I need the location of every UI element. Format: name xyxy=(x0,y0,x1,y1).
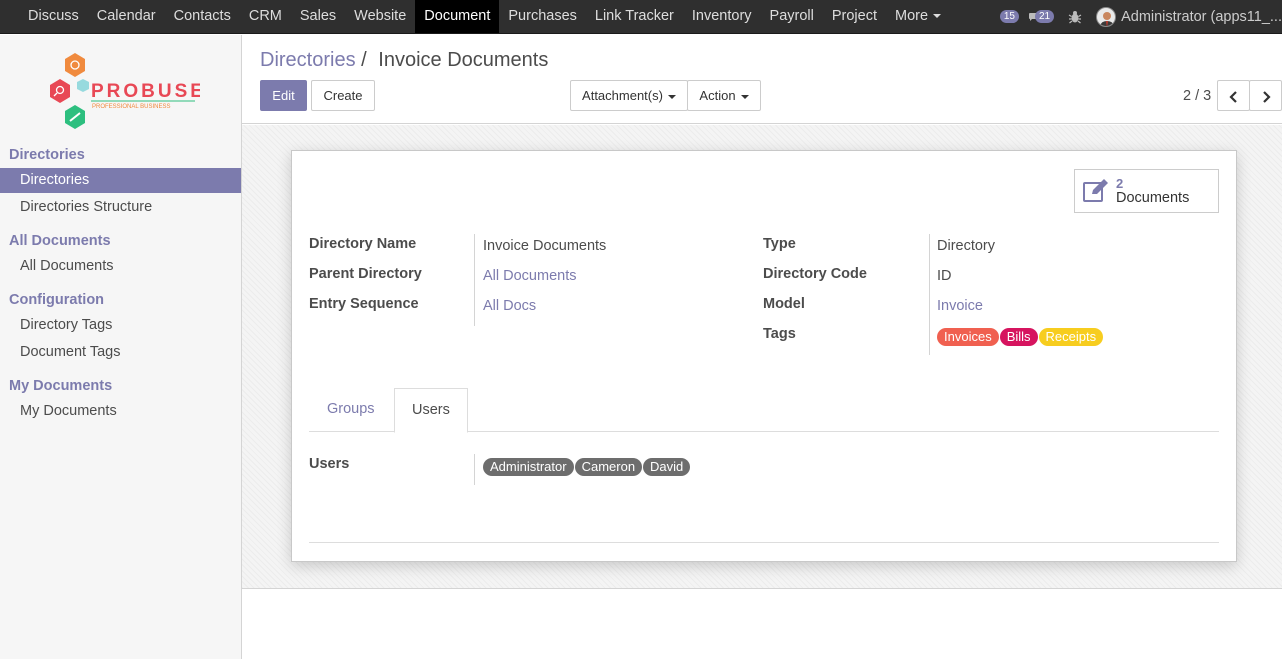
menu-sales[interactable]: Sales xyxy=(291,0,345,33)
chevron-right-icon xyxy=(1262,90,1271,103)
user-menu[interactable]: Administrator (apps11_... xyxy=(1096,6,1282,27)
user-tag-david[interactable]: David xyxy=(643,458,691,476)
bug-icon xyxy=(1068,10,1082,23)
menu-inventory[interactable]: Inventory xyxy=(683,0,761,33)
logo-name: PROBUSE xyxy=(91,81,200,102)
users-label: Users xyxy=(309,456,350,472)
directory-name-value: Invoice Documents xyxy=(483,238,607,254)
field-divider xyxy=(474,454,475,485)
form-sheet: 2 Documents Directory Name Parent Direct… xyxy=(291,150,1237,562)
field-divider xyxy=(929,234,930,355)
menu-project[interactable]: Project xyxy=(823,0,886,33)
pager-previous-button[interactable] xyxy=(1217,80,1250,111)
attachments-label: Attachment(s) xyxy=(582,88,663,103)
parent-directory-link[interactable]: All Documents xyxy=(483,268,576,284)
form-view: 2 Documents Directory Name Parent Direct… xyxy=(242,125,1282,589)
section-directories[interactable]: Directories xyxy=(9,147,85,163)
field-divider xyxy=(474,234,475,326)
documents-count: 2 xyxy=(1116,176,1124,191)
debug-icon[interactable] xyxy=(1068,10,1082,24)
menu-payroll[interactable]: Payroll xyxy=(761,0,823,33)
type-value: Directory xyxy=(937,238,996,254)
sidebar: PROBUSE PROFESSIONAL BUSINESS Directorie… xyxy=(0,35,242,659)
directory-code-value: ID xyxy=(937,268,952,284)
messages-indicator[interactable]: 15 xyxy=(999,10,1019,23)
menu-more[interactable]: More xyxy=(886,0,950,33)
menu-discuss[interactable]: Discuss xyxy=(19,0,88,33)
menu-purchases[interactable]: Purchases xyxy=(499,0,586,33)
directory-name-label: Directory Name xyxy=(309,236,417,252)
chat-indicator[interactable]: 21 xyxy=(1028,10,1055,23)
sidebar-item-all-documents[interactable]: All Documents xyxy=(0,254,241,279)
top-navbar: Discuss Calendar Contacts CRM Sales Webs… xyxy=(0,0,1282,34)
entry-sequence-link[interactable]: All Docs xyxy=(483,298,536,314)
model-link[interactable]: Invoice xyxy=(937,298,983,314)
sidebar-item-my-documents[interactable]: My Documents xyxy=(0,399,241,424)
edit-icon xyxy=(1083,179,1108,202)
create-button[interactable]: Create xyxy=(311,80,375,111)
pager-next-button[interactable] xyxy=(1249,80,1282,111)
menu-more-label: More xyxy=(895,8,929,24)
user-tag-cameron[interactable]: Cameron xyxy=(574,458,643,476)
user-name: Administrator (apps11_... xyxy=(1121,8,1282,25)
section-configuration[interactable]: Configuration xyxy=(9,292,104,308)
company-logo[interactable]: PROBUSE PROFESSIONAL BUSINESS xyxy=(45,51,203,131)
entry-sequence-label: Entry Sequence xyxy=(309,296,419,312)
app-menu: Discuss Calendar Contacts CRM Sales Webs… xyxy=(19,0,950,33)
parent-directory-label: Parent Directory xyxy=(309,266,422,282)
sidebar-item-directories[interactable]: Directories xyxy=(0,168,241,193)
breadcrumb-current: Invoice Documents xyxy=(378,49,549,71)
sheet-divider xyxy=(309,542,1219,543)
directory-code-label: Directory Code xyxy=(763,266,867,282)
caret-down-icon xyxy=(667,94,676,99)
chevron-left-icon xyxy=(1228,90,1237,103)
tags-label: Tags xyxy=(763,326,796,342)
chat-badge: 21 xyxy=(1034,10,1055,23)
menu-link-tracker[interactable]: Link Tracker xyxy=(586,0,683,33)
tag-invoices[interactable]: Invoices xyxy=(937,328,999,346)
caret-down-icon xyxy=(740,94,749,99)
tab-groups[interactable]: Groups xyxy=(310,388,392,432)
breadcrumb-separator: / xyxy=(361,49,367,71)
users-field: Administrator Cameron David xyxy=(483,458,691,476)
menu-document[interactable]: Document xyxy=(415,0,500,33)
pager-value: 2 / 3 xyxy=(1183,88,1212,104)
section-all-documents[interactable]: All Documents xyxy=(9,233,111,249)
menu-crm[interactable]: CRM xyxy=(240,0,291,33)
menu-website[interactable]: Website xyxy=(345,0,415,33)
action-label: Action xyxy=(699,88,736,103)
tag-bills[interactable]: Bills xyxy=(999,328,1038,346)
avatar xyxy=(1096,6,1117,27)
documents-stat-button[interactable]: 2 Documents xyxy=(1074,169,1219,213)
type-label: Type xyxy=(763,236,796,252)
tag-receipts[interactable]: Receipts xyxy=(1038,328,1104,346)
tags-field: Invoices Bills Receipts xyxy=(937,328,1104,346)
caret-down-icon xyxy=(933,14,942,19)
probuse-logo-icon: PROBUSE PROFESSIONAL BUSINESS xyxy=(50,53,203,129)
section-my-documents[interactable]: My Documents xyxy=(9,378,112,394)
menu-calendar[interactable]: Calendar xyxy=(88,0,165,33)
user-tag-administrator[interactable]: Administrator xyxy=(483,458,574,476)
messages-badge: 15 xyxy=(999,10,1019,23)
systray: 15 21 Administrator (apps11_... xyxy=(999,0,1282,33)
attachments-dropdown[interactable]: Attachment(s) xyxy=(570,80,688,111)
notebook-tabs: Groups Users xyxy=(309,388,1219,433)
control-panel: Directories / Invoice Documents Edit Cre… xyxy=(242,35,1282,124)
model-label: Model xyxy=(763,296,805,312)
breadcrumb: Directories / Invoice Documents xyxy=(260,49,548,72)
breadcrumb-parent[interactable]: Directories xyxy=(260,49,356,71)
sidebar-item-directory-tags[interactable]: Directory Tags xyxy=(0,313,241,338)
logo-tagline: PROFESSIONAL BUSINESS xyxy=(92,104,170,110)
documents-label: Documents xyxy=(1116,190,1190,206)
edit-button[interactable]: Edit xyxy=(260,80,307,111)
sidebar-item-document-tags[interactable]: Document Tags xyxy=(0,340,241,365)
tab-users[interactable]: Users xyxy=(394,388,468,433)
sidebar-item-directories-structure[interactable]: Directories Structure xyxy=(0,195,241,220)
menu-contacts[interactable]: Contacts xyxy=(165,0,240,33)
action-dropdown[interactable]: Action xyxy=(687,80,761,111)
